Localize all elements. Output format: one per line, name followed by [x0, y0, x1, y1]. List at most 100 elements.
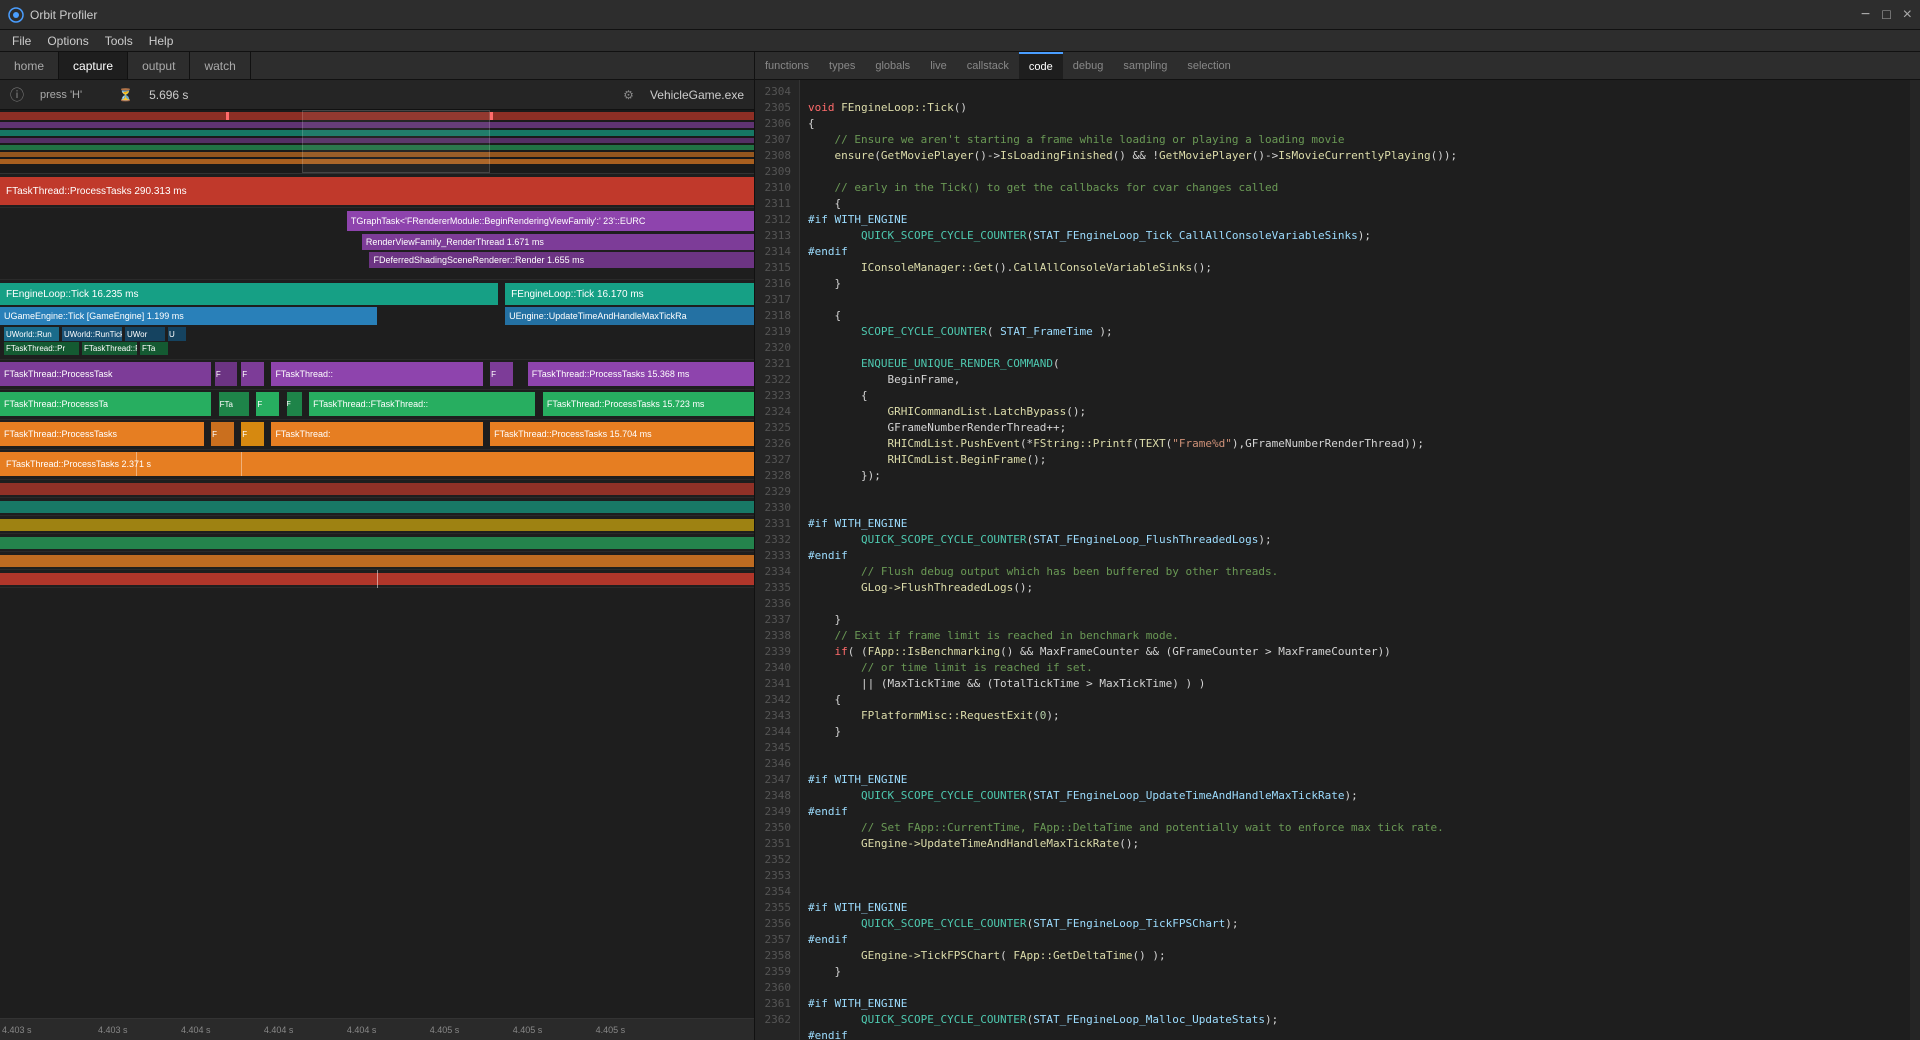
code-line-2357: GEngine->TickFPSChart( FApp::GetDeltaTim…	[808, 949, 1166, 962]
track-label-otask3: F	[241, 430, 248, 439]
track-label-render3: FDeferredShadingSceneRenderer::Render 1.…	[369, 255, 588, 265]
code-line-2336: }	[808, 613, 841, 626]
code-line-2313: #endif	[808, 245, 848, 258]
track-label-ptask2: F	[215, 370, 222, 379]
menu-help[interactable]: Help	[141, 32, 182, 50]
tab-watch[interactable]: watch	[190, 52, 250, 79]
tick-5: 4.404 s	[347, 1025, 377, 1035]
track-label-task1: FTaskThread::ProcessTasks 290.313 ms	[0, 186, 193, 197]
code-line-2337: // Exit if frame limit is reached in ben…	[808, 629, 1179, 642]
track-row-misc1	[0, 480, 754, 498]
overview-minimap[interactable]	[0, 110, 754, 174]
minimize-button[interactable]: −	[1861, 6, 1870, 24]
track-row-task5: FTaskThread::ProcessTasks 2.371 s	[0, 450, 754, 480]
code-tab-callstack[interactable]: callstack	[957, 52, 1019, 79]
track-label-otask5: FTaskThread::ProcessTasks 15.704 ms	[490, 429, 656, 439]
code-scrollbar[interactable]	[1910, 80, 1920, 1040]
press-h-icon: ⓘ	[10, 85, 24, 105]
track-label-gtask4: F	[287, 401, 291, 408]
menu-tools[interactable]: Tools	[97, 32, 141, 50]
track-label-engine1: FEngineLoop::Tick 16.235 ms	[0, 289, 144, 300]
code-tab-debug[interactable]: debug	[1063, 52, 1114, 79]
tab-home[interactable]: home	[0, 52, 59, 79]
track-label-ptask3: F	[241, 370, 248, 379]
tab-capture[interactable]: capture	[59, 52, 128, 79]
code-line-2349: // Set FApp::CurrentTime, FApp::DeltaTim…	[808, 821, 1444, 834]
code-line-2342: FPlatformMisc::RequestExit(0);	[808, 709, 1060, 722]
maximize-button[interactable]: □	[1882, 6, 1890, 24]
code-line-2330: #if WITH_ENGINE	[808, 517, 907, 530]
tick-3: 4.404 s	[181, 1025, 211, 1035]
code-line-2334: GLog->FlushThreadedLogs();	[808, 581, 1033, 594]
close-button[interactable]: ×	[1903, 6, 1912, 24]
app-title: Orbit Profiler	[30, 8, 97, 22]
press-h-label: press 'H'	[40, 89, 82, 101]
track-label-ptask1: FTaskThread::ProcessTask	[0, 369, 117, 379]
track-label-ptask6: FTaskThread::ProcessTasks 15.368 ms	[528, 369, 694, 379]
menu-file[interactable]: File	[4, 32, 39, 50]
code-line-2324: GFrameNumberRenderThread++;	[808, 421, 1066, 434]
code-tab-types[interactable]: types	[819, 52, 865, 79]
code-line-2362: #endif	[808, 1029, 848, 1040]
track-label-ft2: FTaskThread::Pr	[82, 344, 137, 353]
code-line-2315: }	[808, 277, 841, 290]
code-tab-code[interactable]: code	[1019, 52, 1063, 79]
exe-name: VehicleGame.exe	[650, 88, 744, 102]
code-line-2309: // early in the Tick() to get the callba…	[808, 181, 1278, 194]
profiler-tabs: home capture output watch	[0, 52, 754, 80]
code-line-2332: #endif	[808, 549, 848, 562]
track-label-gtask5: FTaskThread::FTaskThread::	[309, 399, 432, 409]
track-label-engine2: FEngineLoop::Tick 16.170 ms	[505, 289, 649, 300]
track-row-misc5	[0, 552, 754, 570]
main-content: home capture output watch ⓘ press 'H' ⏳ …	[0, 52, 1920, 1040]
track-label-world2: UWorld::RunTick	[62, 330, 122, 339]
code-content[interactable]: void FEngineLoop::Tick() { // Ensure we …	[800, 80, 1910, 1040]
code-line-2360: #if WITH_ENGINE	[808, 997, 907, 1010]
time-axis: 4.403 s 4.403 s 4.404 s 4.404 s 4.404 s …	[0, 1018, 754, 1040]
track-label-otask2: F	[211, 430, 218, 439]
code-line-2321: BeginFrame,	[808, 373, 960, 386]
code-tab-sampling[interactable]: sampling	[1113, 52, 1177, 79]
track-row-misc6	[0, 570, 754, 588]
code-line-2322: {	[808, 389, 868, 402]
titlebar: Orbit Profiler − □ ×	[0, 0, 1920, 30]
tick-4: 4.404 s	[264, 1025, 294, 1035]
code-line-2358: }	[808, 965, 841, 978]
code-line-2339: // or time limit is reached if set.	[808, 661, 1093, 674]
code-line-2333: // Flush debug output which has been buf…	[808, 565, 1278, 578]
timer-icon: ⏳	[118, 88, 133, 102]
track-row-task1: FTaskThread::ProcessTasks 290.313 ms	[0, 174, 754, 208]
track-row-engine: FEngineLoop::Tick 16.235 ms FEngineLoop:…	[0, 280, 754, 360]
track-label-gtask1: FTaskThread::ProcesssTa	[0, 399, 112, 409]
track-label-render2: RenderViewFamily_RenderThread 1.671 ms	[362, 237, 548, 247]
code-tab-functions[interactable]: functions	[755, 52, 819, 79]
menubar: File Options Tools Help	[0, 30, 1920, 52]
track-row-misc3	[0, 516, 754, 534]
line-numbers: 2304 2305 2306 2307 2308 2309 2310 2311 …	[755, 80, 800, 1040]
code-line-2314: IConsoleManager::Get().CallAllConsoleVar…	[808, 261, 1212, 274]
code-line-2311: #if WITH_ENGINE	[808, 213, 907, 226]
code-line-2346: #if WITH_ENGINE	[808, 773, 907, 786]
code-tab-globals[interactable]: globals	[865, 52, 920, 79]
menu-options[interactable]: Options	[39, 32, 96, 50]
code-line-2355: QUICK_SCOPE_CYCLE_COUNTER(STAT_FEngineLo…	[808, 917, 1239, 930]
track-label-world4: U	[168, 330, 176, 339]
track-label-world3: UWor	[125, 330, 149, 339]
code-line-2304: void FEngineLoop::Tick()	[808, 101, 967, 114]
track-label-ft1: FTaskThread::Pr	[4, 344, 67, 353]
tab-output[interactable]: output	[128, 52, 190, 79]
code-line-2320: ENQUEUE_UNIQUE_RENDER_COMMAND(	[808, 357, 1060, 370]
code-line-2341: {	[808, 693, 841, 706]
track-row-task4: FTaskThread::ProcessTasks F F FTaskThrea…	[0, 420, 754, 450]
track-label-ft3: FTa	[140, 344, 157, 353]
code-view: 2304 2305 2306 2307 2308 2309 2310 2311 …	[755, 80, 1920, 1040]
code-tab-live[interactable]: live	[920, 52, 957, 79]
code-line-2312: QUICK_SCOPE_CYCLE_COUNTER(STAT_FEngineLo…	[808, 229, 1371, 242]
code-line-2310: {	[808, 197, 841, 210]
tracks-container[interactable]: FTaskThread::ProcessTasks 290.313 ms TGr…	[0, 174, 754, 1018]
track-label-gtask6: FTaskThread::ProcessTasks 15.723 ms	[543, 399, 709, 409]
track-label-world1: UWorld::Run	[4, 330, 54, 339]
track-label-bigtask: FTaskThread::ProcessTasks 2.371 s	[0, 459, 157, 469]
code-line-2317: {	[808, 309, 841, 322]
code-tab-selection[interactable]: selection	[1177, 52, 1240, 79]
